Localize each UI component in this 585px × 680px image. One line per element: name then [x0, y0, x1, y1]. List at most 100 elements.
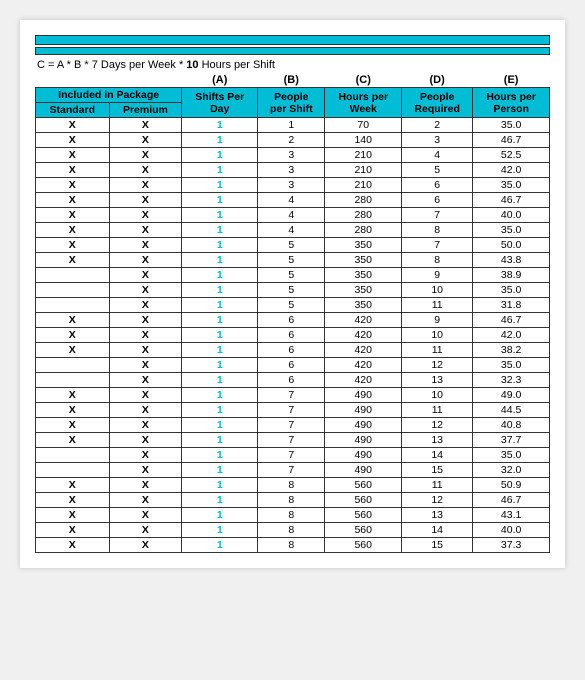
table-cell: X: [36, 208, 110, 223]
table-cell: X: [36, 433, 110, 448]
table-cell: 40.0: [473, 208, 550, 223]
table-cell: 7: [258, 433, 325, 448]
table-row: XX185601537.3: [36, 538, 550, 553]
table-row: X174901435.0: [36, 448, 550, 463]
table-cell: 14: [402, 523, 473, 538]
table-cell: 9: [402, 313, 473, 328]
table-cell: X: [109, 178, 182, 193]
table-cell: 1: [182, 133, 258, 148]
table-cell: 560: [325, 478, 402, 493]
table-cell: 6: [258, 313, 325, 328]
table-cell: 4: [258, 208, 325, 223]
table-cell: 10: [402, 328, 473, 343]
table-cell: 1: [182, 118, 258, 133]
table-cell: 1: [182, 313, 258, 328]
table-cell: X: [109, 223, 182, 238]
table-cell: X: [109, 493, 182, 508]
table-cell: 43.1: [473, 508, 550, 523]
table-row: XX174901337.7: [36, 433, 550, 448]
table-cell: 3: [258, 178, 325, 193]
table-cell: X: [36, 388, 110, 403]
table-cell: 52.5: [473, 148, 550, 163]
table-row: XX164201042.0: [36, 328, 550, 343]
table-row: X164201235.0: [36, 358, 550, 373]
table-cell: 37.7: [473, 433, 550, 448]
table-cell: X: [36, 253, 110, 268]
table-row: XX174901049.0: [36, 388, 550, 403]
col-header-premium: Premium: [109, 103, 182, 118]
table-cell: 3: [258, 148, 325, 163]
table-cell: 5: [258, 268, 325, 283]
main-container: C = A * B * 7 Days per Week * 10 Hours p…: [20, 20, 565, 568]
table-cell: X: [36, 403, 110, 418]
table-cell: X: [36, 418, 110, 433]
table-cell: 35.0: [473, 448, 550, 463]
table-cell: 9: [402, 268, 473, 283]
table-cell: 15: [402, 463, 473, 478]
table-cell: 8: [258, 478, 325, 493]
table-cell: 35.0: [473, 178, 550, 193]
table-cell: 1: [182, 493, 258, 508]
table-row: XX185601440.0: [36, 523, 550, 538]
table-cell: 10: [402, 388, 473, 403]
table-cell: 1: [182, 388, 258, 403]
table-cell: 5: [402, 163, 473, 178]
table-cell: X: [109, 268, 182, 283]
table-cell: 40.0: [473, 523, 550, 538]
table-row: XX185601343.1: [36, 508, 550, 523]
table-cell: [36, 283, 110, 298]
table-row: XX15350750.0: [36, 238, 550, 253]
table-row: XX14280740.0: [36, 208, 550, 223]
col-header-hours-person: Hours perPerson: [473, 88, 550, 118]
table-cell: 13: [402, 373, 473, 388]
table-cell: 7: [258, 448, 325, 463]
col-header-standard: Standard: [36, 103, 110, 118]
table-cell: X: [109, 328, 182, 343]
table-cell: X: [36, 493, 110, 508]
table-cell: 70: [325, 118, 402, 133]
table-cell: X: [109, 283, 182, 298]
table-cell: 32.3: [473, 373, 550, 388]
formula1: C = A * B * 7 Days per Week * 10 Hours p…: [35, 59, 550, 71]
table-cell: 50.0: [473, 238, 550, 253]
table-cell: X: [109, 463, 182, 478]
col-header-people-shift: Peopleper Shift: [258, 88, 325, 118]
table-cell: 1: [182, 358, 258, 373]
table-cell: 6: [402, 178, 473, 193]
table-cell: X: [109, 508, 182, 523]
table-cell: X: [109, 133, 182, 148]
table-cell: 1: [182, 373, 258, 388]
table-cell: X: [109, 163, 182, 178]
table-cell: 490: [325, 448, 402, 463]
table-cell: 12: [402, 493, 473, 508]
table-row: X164201332.3: [36, 373, 550, 388]
table-row: X153501131.8: [36, 298, 550, 313]
table-row: XX174901144.5: [36, 403, 550, 418]
table-cell: [36, 358, 110, 373]
table-row: XX1170235.0: [36, 118, 550, 133]
table-cell: 1: [182, 523, 258, 538]
table-cell: [36, 298, 110, 313]
table-cell: 7: [258, 388, 325, 403]
table-cell: 1: [182, 463, 258, 478]
table-cell: 31.8: [473, 298, 550, 313]
table-cell: X: [36, 343, 110, 358]
table-cell: 1: [182, 433, 258, 448]
table-cell: 7: [258, 463, 325, 478]
table-cell: X: [36, 313, 110, 328]
main-title: [35, 35, 550, 45]
col-header-shifts: Shifts PerDay: [182, 88, 258, 118]
table-row: XX185601150.9: [36, 478, 550, 493]
table-cell: [36, 463, 110, 478]
table-cell: 420: [325, 328, 402, 343]
table-cell: 50.9: [473, 478, 550, 493]
table-cell: 420: [325, 373, 402, 388]
table-cell: 35.0: [473, 223, 550, 238]
table-cell: 420: [325, 358, 402, 373]
table-cell: X: [109, 343, 182, 358]
table-cell: 11: [402, 403, 473, 418]
table-cell: 46.7: [473, 313, 550, 328]
table-cell: X: [109, 208, 182, 223]
table-cell: X: [36, 163, 110, 178]
table-cell: 1: [182, 238, 258, 253]
